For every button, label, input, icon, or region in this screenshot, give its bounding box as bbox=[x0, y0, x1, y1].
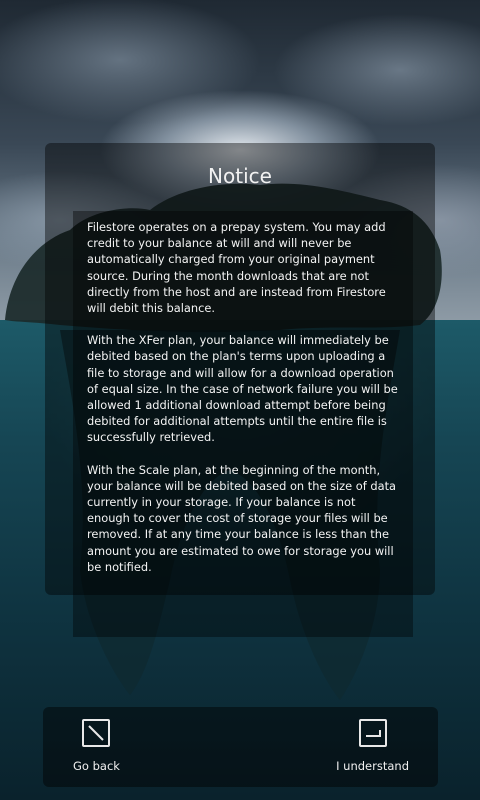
enter-arrow-icon bbox=[358, 719, 387, 747]
notice-paragraph-prepay: Filestore operates on a prepay system. Y… bbox=[87, 220, 386, 316]
notice-body: Filestore operates on a prepay system. Y… bbox=[73, 211, 413, 637]
notice-paragraph-scale: With the Scale plan, at the beginning of… bbox=[87, 462, 397, 574]
understand-label: I understand bbox=[336, 759, 409, 773]
notice-paragraph-xfer: With the XFer plan, your balance will im… bbox=[87, 333, 398, 445]
go-back-button[interactable]: Go back bbox=[73, 719, 120, 773]
notice-panel: Notice Filestore operates on a prepay sy… bbox=[45, 143, 435, 637]
understand-button[interactable]: I understand bbox=[336, 719, 409, 773]
go-back-label: Go back bbox=[73, 759, 120, 773]
action-bar: Go back I understand bbox=[43, 707, 438, 787]
back-arrow-icon bbox=[82, 719, 111, 747]
notice-title: Notice bbox=[208, 164, 272, 188]
